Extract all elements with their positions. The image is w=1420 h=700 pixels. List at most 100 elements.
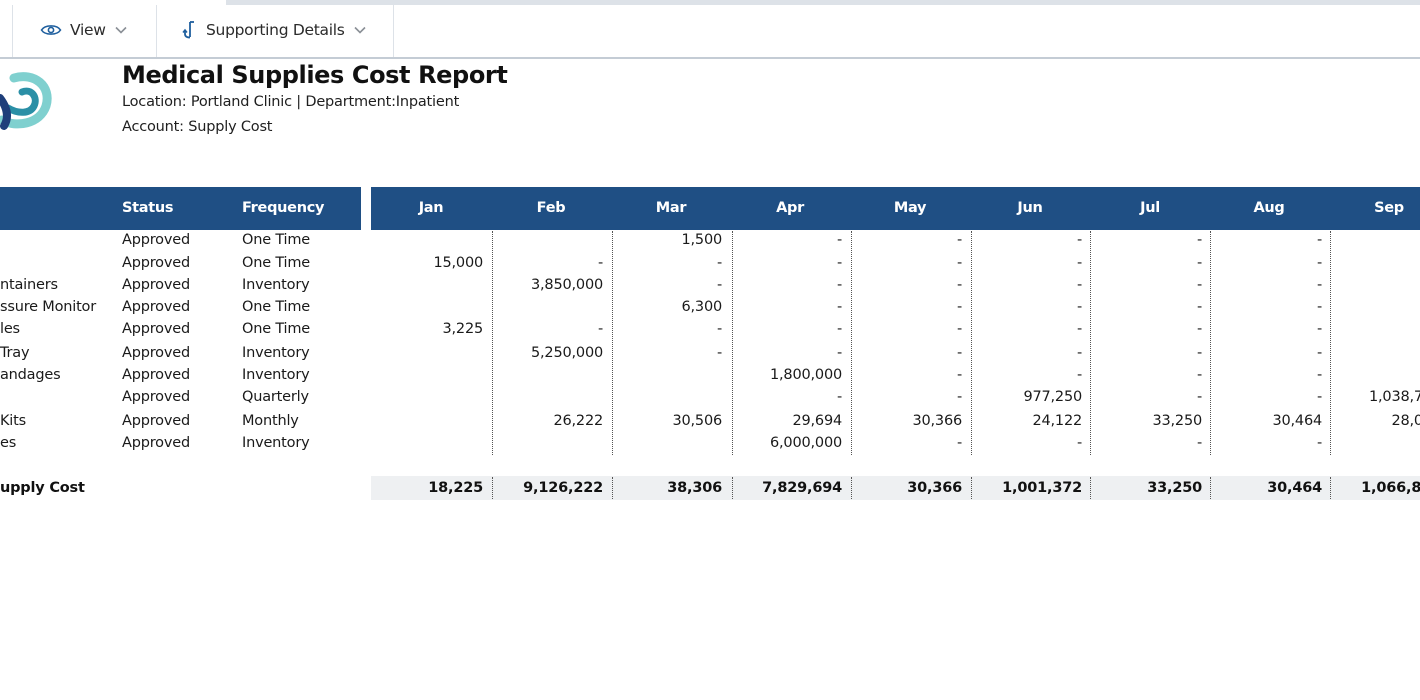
row-value-jul: - [1196,277,1202,293]
row-value-jan [373,432,483,454]
total-value-sep: 1,066,824 [1361,480,1420,496]
row-value-may: - [956,277,962,293]
row-status: Approved [122,435,190,451]
company-logo [0,68,54,132]
row-value-feb [493,364,603,386]
row-value-jul: - [1196,345,1202,361]
row-value-feb: 26,222 [553,413,603,429]
row-value-mar [612,364,722,386]
row-value-apr: - [836,277,842,293]
row-value-jan [373,274,483,296]
row-value-jun: - [1076,299,1082,315]
row-value-aug: - [1316,321,1322,337]
row-value-jun: - [1076,232,1082,248]
row-status: Approved [122,367,190,383]
row-value-aug: - [1316,277,1322,293]
report-title: Medical Supplies Cost Report [122,61,508,89]
row-value-jul: - [1196,232,1202,248]
header-month-feb: Feb [536,200,566,216]
row-value-aug: - [1316,299,1322,315]
row-frequency: One Time [242,232,311,248]
chevron-down-icon [353,25,367,35]
header-month-jan: Jan [418,200,444,216]
row-value-feb: - [597,255,603,271]
row-value-feb [493,229,603,251]
total-value-aug: 30,464 [1267,480,1322,496]
row-frequency: Inventory [242,367,310,383]
toolbar-separator [156,5,157,57]
row-name: les [0,321,20,337]
row-value-apr: 1,800,000 [770,367,842,383]
row-value-jul: - [1196,255,1202,271]
chevron-down-icon [114,25,128,35]
row-status: Approved [122,232,190,248]
row-status: Approved [122,345,190,361]
row-status: Approved [122,299,190,315]
row-value-aug: - [1316,389,1322,405]
header-month-aug: Aug [1253,200,1285,216]
row-value-jan [373,386,483,408]
total-divider [1210,477,1211,499]
row-frequency: Inventory [242,435,310,451]
row-value-feb [493,432,603,454]
row-value-mar: 1,500 [681,232,722,248]
row-name: ntainers [0,277,58,293]
row-value-mar: - [716,277,722,293]
toolbar-separator [393,5,394,57]
row-name: andages [0,367,61,383]
row-value-jan [373,342,483,364]
header-month-jun: Jun [1017,200,1043,216]
row-value-sep: - [1331,432,1420,454]
row-value-feb [493,296,603,318]
row-value-aug: - [1316,367,1322,383]
row-value-mar: 30,506 [672,413,722,429]
row-value-feb: - [597,321,603,337]
toolbar-separator [12,5,13,57]
row-value-jul: - [1196,299,1202,315]
row-value-apr: 6,000,000 [770,435,842,451]
row-value-jul: - [1196,367,1202,383]
row-value-jul: 33,250 [1152,413,1202,429]
total-value-mar: 38,306 [667,480,722,496]
toolbar-divider [0,57,1420,59]
row-frequency: One Time [242,299,311,315]
total-value-jul: 33,250 [1147,480,1202,496]
row-value-jun: 24,122 [1032,413,1082,429]
row-value-mar: 6,300 [681,299,722,315]
total-value-jun: 1,001,372 [1002,480,1082,496]
row-value-aug: - [1316,345,1322,361]
row-status: Approved [122,277,190,293]
total-value-jan: 18,225 [428,480,483,496]
row-value-may: - [956,232,962,248]
row-value-jun: - [1076,321,1082,337]
header-month-jul: Jul [1140,200,1160,216]
row-value-may: - [956,345,962,361]
row-value-jun: - [1076,435,1082,451]
row-frequency: Monthly [242,413,299,429]
row-value-sep: - [1331,229,1420,251]
row-value-apr: - [836,255,842,271]
row-value-sep: 1,038,750 [1369,389,1420,405]
total-value-may: 30,366 [907,480,962,496]
row-name: Tray [0,345,30,361]
row-status: Approved [122,321,190,337]
total-value-apr: 7,829,694 [762,480,842,496]
row-value-sep: - [1331,252,1420,274]
view-button[interactable]: View [40,17,128,43]
row-value-apr: - [836,321,842,337]
row-frequency: One Time [242,255,311,271]
column-divider [1090,231,1091,455]
row-value-sep: - [1331,364,1420,386]
row-value-jun: - [1076,255,1082,271]
row-value-feb: 5,250,000 [531,345,603,361]
row-value-may: - [956,367,962,383]
row-value-jan [373,364,483,386]
row-value-apr: - [836,299,842,315]
row-name: es [0,435,17,451]
supporting-details-button[interactable]: Supporting Details [182,17,367,43]
row-value-feb [493,386,603,408]
row-frequency: Quarterly [242,389,309,405]
row-frequency: Inventory [242,345,310,361]
supporting-details-label: Supporting Details [206,21,345,39]
row-status: Approved [122,413,190,429]
